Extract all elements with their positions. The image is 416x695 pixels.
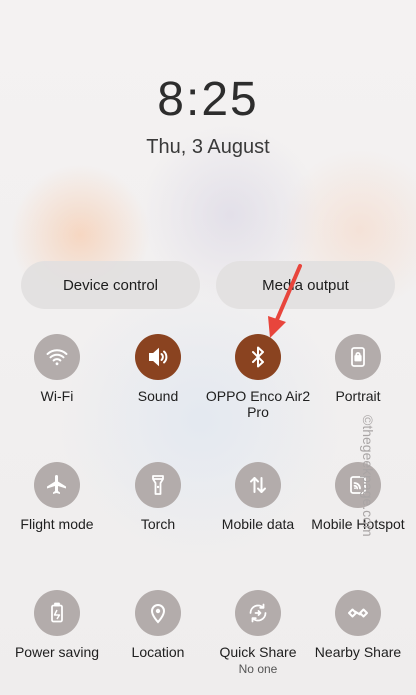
tile-label: Nearby Share — [314, 644, 402, 660]
tile-mobile-data[interactable]: Mobile data — [203, 462, 313, 532]
tile-sublabel: No one — [238, 662, 278, 676]
wifi-icon — [46, 349, 68, 366]
annotation-arrow-icon — [268, 264, 302, 338]
tile-label: Torch — [140, 516, 176, 532]
tile-label: Power saving — [14, 644, 100, 660]
tile-sound[interactable]: Sound — [103, 334, 213, 404]
tile-label: Flight mode — [20, 516, 94, 532]
flight-mode-toggle[interactable] — [34, 462, 80, 508]
tile-flight-mode[interactable]: Flight mode — [2, 462, 112, 532]
sound-icon — [149, 347, 168, 367]
tile-portrait[interactable]: Portrait — [303, 334, 413, 404]
device-control-button[interactable]: Device control — [21, 261, 200, 309]
tile-label: Location — [131, 644, 185, 660]
torch-toggle[interactable] — [135, 462, 181, 508]
sound-toggle[interactable] — [135, 334, 181, 380]
tile-label: OPPO Enco Air2 Pro — [205, 388, 311, 420]
quick-share-icon — [249, 603, 267, 623]
tile-nearby-share[interactable]: Nearby Share — [303, 590, 413, 660]
wifi-toggle[interactable] — [34, 334, 80, 380]
portrait-lock-icon — [351, 347, 365, 367]
tile-label: Quick Share — [219, 644, 297, 660]
portrait-toggle[interactable] — [335, 334, 381, 380]
torch-icon — [152, 475, 164, 495]
clock-date: Thu, 3 August — [146, 136, 270, 158]
tile-wifi[interactable]: Wi-Fi — [2, 334, 112, 404]
tile-label: Mobile Hotspot — [311, 516, 405, 532]
tile-label: Sound — [137, 388, 179, 404]
location-toggle[interactable] — [135, 590, 181, 636]
tile-mobile-hotspot[interactable]: Mobile Hotspot — [303, 462, 413, 532]
tile-label: Mobile data — [221, 516, 295, 532]
mobile-data-toggle[interactable] — [235, 462, 281, 508]
nearby-share-toggle[interactable] — [335, 590, 381, 636]
tile-quick-share[interactable]: Quick Share No one — [203, 590, 313, 676]
clock-time: 8:25 — [157, 73, 259, 126]
tile-power-saving[interactable]: Power saving — [2, 590, 112, 660]
bluetooth-icon — [252, 346, 264, 368]
airplane-icon — [47, 475, 66, 494]
tile-label: Portrait — [335, 388, 381, 404]
tile-bluetooth[interactable]: OPPO Enco Air2 Pro — [203, 334, 313, 420]
watermark: ©thegeekpage.com — [360, 415, 376, 537]
nearby-share-icon — [348, 608, 368, 618]
mobile-data-icon — [250, 477, 266, 493]
battery-icon — [51, 602, 63, 623]
quick-share-toggle[interactable] — [235, 590, 281, 636]
tile-label: Wi-Fi — [40, 388, 74, 404]
power-saving-toggle[interactable] — [34, 590, 80, 636]
tile-location[interactable]: Location — [103, 590, 213, 660]
tile-torch[interactable]: Torch — [103, 462, 213, 532]
location-icon — [150, 604, 166, 624]
